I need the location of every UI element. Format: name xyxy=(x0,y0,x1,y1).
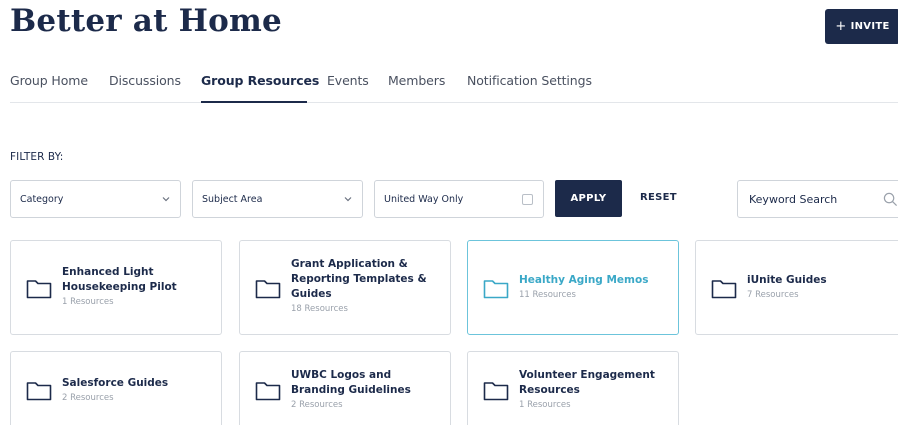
resource-card[interactable]: UWBC Logos and Branding Guidelines 2 Res… xyxy=(239,351,451,425)
folder-icon xyxy=(26,382,52,401)
search-icon[interactable] xyxy=(883,192,898,207)
subject-area-select[interactable]: Subject Area xyxy=(192,180,363,218)
united-way-only-toggle[interactable]: United Way Only xyxy=(374,180,544,218)
keyword-search-input[interactable]: Keyword Search xyxy=(737,180,898,218)
invite-button[interactable]: + INVITE xyxy=(825,9,898,44)
folder-icon xyxy=(483,382,509,401)
folder-icon xyxy=(255,382,281,401)
tab-discussions[interactable]: Discussions xyxy=(109,73,181,88)
active-tab-indicator xyxy=(201,101,307,103)
resource-name: Grant Application & Reporting Templates … xyxy=(291,258,427,300)
plus-icon: + xyxy=(835,19,847,34)
apply-button[interactable]: APPLY xyxy=(555,180,622,217)
resource-name: Volunteer Engagement Resources xyxy=(519,369,655,396)
resource-card[interactable]: Volunteer Engagement Resources 1 Resourc… xyxy=(467,351,679,425)
chevron-down-icon xyxy=(344,197,352,202)
resource-count: 1 Resources xyxy=(62,297,114,307)
tab-events[interactable]: Events xyxy=(327,73,369,88)
resource-name: Healthy Aging Memos xyxy=(519,274,649,286)
category-select-value: Category xyxy=(20,193,64,205)
united-way-only-checkbox[interactable] xyxy=(522,194,533,205)
resource-count: 2 Resources xyxy=(291,400,343,410)
resource-name: UWBC Logos and Branding Guidelines xyxy=(291,369,411,396)
resource-count: 7 Resources xyxy=(747,290,799,300)
resource-name: Salesforce Guides xyxy=(62,377,169,389)
resource-card[interactable]: Enhanced Light Housekeeping Pilot 1 Reso… xyxy=(10,240,222,335)
united-way-only-label: United Way Only xyxy=(384,193,464,205)
page-title: Better at Home xyxy=(10,3,282,39)
folder-icon xyxy=(711,280,737,299)
resource-name: Enhanced Light Housekeeping Pilot xyxy=(62,266,177,293)
resource-count: 18 Resources xyxy=(291,304,348,314)
subject-area-select-value: Subject Area xyxy=(202,193,263,205)
resource-card[interactable]: Healthy Aging Memos 11 Resources xyxy=(467,240,679,335)
chevron-down-icon xyxy=(162,197,170,202)
resource-card[interactable]: iUnite Guides 7 Resources xyxy=(695,240,898,335)
folder-icon xyxy=(26,280,52,299)
resource-count: 1 Resources xyxy=(519,400,571,410)
tab-notification-settings[interactable]: Notification Settings xyxy=(467,73,592,88)
resource-name: iUnite Guides xyxy=(747,274,827,286)
category-select[interactable]: Category xyxy=(10,180,181,218)
folder-icon xyxy=(255,280,281,299)
resource-count: 11 Resources xyxy=(519,290,576,300)
resource-card[interactable]: Grant Application & Reporting Templates … xyxy=(239,240,451,335)
filter-label: FILTER BY: xyxy=(10,151,64,163)
resource-card[interactable]: Salesforce Guides 2 Resources xyxy=(10,351,222,425)
resource-count: 2 Resources xyxy=(62,393,114,403)
folder-icon xyxy=(483,280,509,299)
reset-button[interactable]: RESET xyxy=(640,192,677,203)
invite-label: INVITE xyxy=(850,21,890,32)
tab-members[interactable]: Members xyxy=(388,73,445,88)
tab-group-home[interactable]: Group Home xyxy=(10,73,88,88)
tab-group-resources[interactable]: Group Resources xyxy=(201,73,319,88)
page: Better at Home + INVITE Group Home Discu… xyxy=(0,0,898,425)
keyword-search-placeholder: Keyword Search xyxy=(749,192,838,206)
group-tabs: Group Home Discussions Group Resources E… xyxy=(10,72,898,103)
